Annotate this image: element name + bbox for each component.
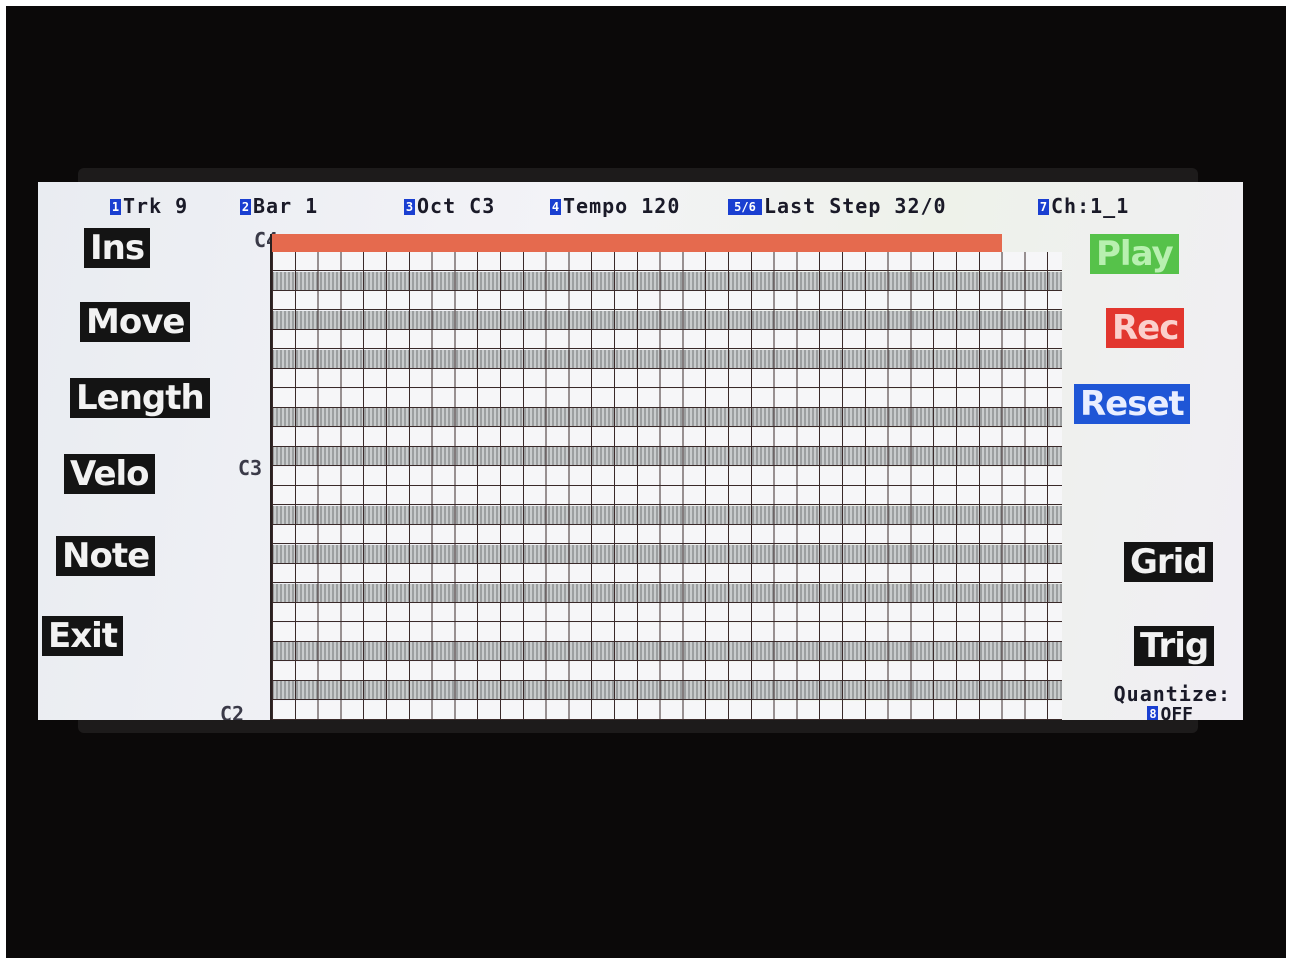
octave-label: Oct C3 <box>417 194 496 218</box>
key-number-4: 4 <box>550 199 561 215</box>
header-tempo[interactable]: 4 Tempo 120 <box>550 194 680 218</box>
key-number-5-6: 5/6 <box>728 199 762 215</box>
note-label-c2: C2 <box>220 702 245 720</box>
header-octave[interactable]: 3 Oct C3 <box>404 194 495 218</box>
length-button[interactable]: Length <box>70 378 210 418</box>
quantize-value[interactable]: 8 OFF <box>1147 704 1193 720</box>
reset-button[interactable]: Reset <box>1074 384 1190 424</box>
quantize-value-text: OFF <box>1160 704 1193 720</box>
last-step-label: Last Step 32/0 <box>764 194 947 218</box>
exit-button[interactable]: Exit <box>42 616 124 656</box>
active-note-row[interactable] <box>272 234 1002 252</box>
lcd-screen: 1 Trk 9 2 Bar 1 3 Oct C3 4 Tempo 120 5/6 Last… <box>38 182 1243 720</box>
header-track[interactable]: 1 Trk 9 <box>110 194 188 218</box>
key-number-7: 7 <box>1038 199 1049 215</box>
header-channel[interactable]: 7 Ch:1_1 <box>1038 194 1129 218</box>
note-label-c3: C3 <box>238 456 263 480</box>
step-lines <box>272 252 1062 720</box>
bar-label: Bar 1 <box>253 194 319 218</box>
tempo-label: Tempo 120 <box>563 194 681 218</box>
track-label: Trk 9 <box>123 194 189 218</box>
move-button[interactable]: Move <box>80 302 191 342</box>
play-button[interactable]: Play <box>1090 234 1179 274</box>
ins-button[interactable]: Ins <box>84 228 151 268</box>
header-last-step[interactable]: 5/6 Last Step 32/0 <box>728 194 947 218</box>
grid-button[interactable]: Grid <box>1124 542 1213 582</box>
piano-roll-grid[interactable] <box>270 234 1062 720</box>
velo-button[interactable]: Velo <box>64 454 155 494</box>
key-number-8: 8 <box>1147 706 1159 720</box>
note-button[interactable]: Note <box>56 536 156 576</box>
header-bar[interactable]: 2 Bar 1 <box>240 194 318 218</box>
key-number-1: 1 <box>110 199 121 215</box>
quantize-label: Quantize: <box>1113 682 1231 706</box>
trig-button[interactable]: Trig <box>1134 626 1215 666</box>
channel-label: Ch:1_1 <box>1051 194 1130 218</box>
key-number-2: 2 <box>240 199 251 215</box>
key-number-3: 3 <box>404 199 415 215</box>
rec-button[interactable]: Rec <box>1106 308 1185 348</box>
